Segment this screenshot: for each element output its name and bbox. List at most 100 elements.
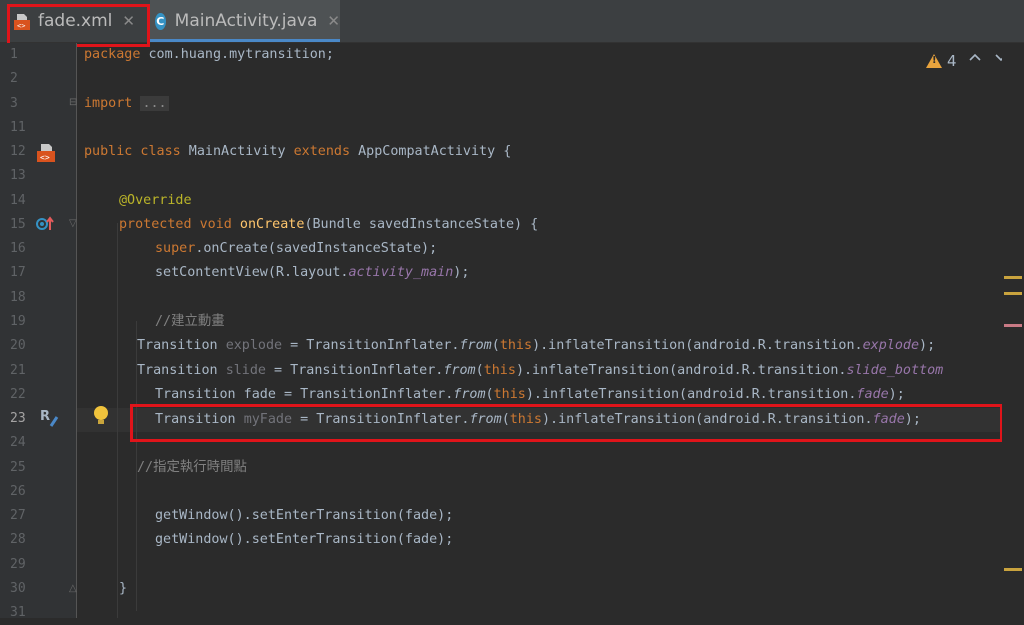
line-number: 13 xyxy=(10,168,26,183)
code-line: super.onCreate(savedInstanceState); xyxy=(155,237,437,261)
code-text: ); xyxy=(888,387,905,402)
code-text: ); xyxy=(919,338,936,353)
line-number: 14 xyxy=(10,193,26,208)
code-static-field: fade xyxy=(856,387,889,402)
lightbulb-icon[interactable] xyxy=(94,406,108,424)
tab-label: MainActivity.java xyxy=(174,11,318,31)
folded-imports[interactable]: ... xyxy=(140,96,169,111)
fold-icon[interactable]: △ xyxy=(69,583,77,594)
code-unused-var: slide xyxy=(225,363,266,378)
code-text: = TransitionInflater. xyxy=(282,338,460,353)
line-number: 3 xyxy=(10,96,18,111)
line-number: 12 xyxy=(10,144,26,159)
code-annotation: @Override xyxy=(119,193,192,208)
code-line: setContentView(R.layout.activity_main); xyxy=(155,261,469,285)
highlight-box-tab xyxy=(7,4,150,47)
code-text: ( xyxy=(491,338,500,353)
code-text: ).inflateTransition(android.R.transition… xyxy=(515,363,847,378)
code-editor[interactable]: package com.huang.mytransition; import .… xyxy=(77,43,1004,618)
code-keyword: extends xyxy=(293,144,351,159)
line-number: 30 xyxy=(10,581,26,596)
line-number: 24 xyxy=(10,435,26,450)
code-line: //建立動畫 xyxy=(155,310,225,334)
code-text: ); xyxy=(453,265,470,280)
code-text: ).inflateTransition(android.R.transition… xyxy=(532,338,863,353)
code-text: getWindow().setEnterTransition(fade); xyxy=(155,532,454,547)
code-text: Transition xyxy=(137,363,226,378)
code-line: public class MainActivity extends AppCom… xyxy=(84,140,511,164)
code-line: Transition explode = TransitionInflater.… xyxy=(137,334,935,358)
previous-highlight-button[interactable] xyxy=(968,50,982,68)
code-keyword: super xyxy=(155,241,196,256)
code-keyword: protected void xyxy=(119,217,232,232)
code-text: AppCompatActivity { xyxy=(350,144,512,159)
code-text: ).inflateTransition(android.R.transition… xyxy=(525,387,857,402)
line-number: 1 xyxy=(10,47,18,62)
code-line: } xyxy=(119,577,127,601)
code-method: onCreate xyxy=(231,217,305,232)
code-text: setContentView(R.layout. xyxy=(155,265,349,280)
code-line: protected void onCreate(Bundle savedInst… xyxy=(119,213,538,237)
line-number: 23 xyxy=(10,411,26,426)
code-line: package com.huang.mytransition; xyxy=(84,43,334,67)
line-number: 26 xyxy=(10,484,26,499)
code-keyword: this xyxy=(493,387,526,402)
code-line: import ... xyxy=(84,92,169,116)
code-keyword: this xyxy=(499,338,533,353)
chevron-up-icon xyxy=(969,53,981,61)
code-text: ( xyxy=(475,363,484,378)
line-number: 11 xyxy=(10,120,26,135)
code-static-field: activity_main xyxy=(348,265,454,280)
line-number: 18 xyxy=(10,290,26,305)
code-static-field: slide_bottom xyxy=(846,363,944,378)
code-static-method: from xyxy=(453,387,486,402)
edit-pencil-icon[interactable] xyxy=(49,412,59,431)
code-text: Transition xyxy=(137,338,226,353)
code-keyword: package xyxy=(84,47,141,62)
code-text: getWindow().setEnterTransition(fade); xyxy=(155,508,454,523)
code-text: } xyxy=(119,581,128,596)
code-comment: //指定執行時間點 xyxy=(137,460,247,475)
info-mark[interactable] xyxy=(1004,324,1022,327)
fold-icon[interactable]: ▽ xyxy=(69,218,77,229)
code-static-field: explode xyxy=(862,338,920,353)
close-tab-icon[interactable]: ✕ xyxy=(327,12,340,30)
code-keyword: public class xyxy=(84,144,181,159)
line-number: 19 xyxy=(10,314,26,329)
line-number: 21 xyxy=(10,363,26,378)
active-tab-indicator xyxy=(150,39,340,42)
xml-layout-icon[interactable]: <> xyxy=(37,142,55,166)
tab-mainactivity-java[interactable]: C MainActivity.java ✕ xyxy=(150,0,340,42)
warning-count: 4 xyxy=(947,52,957,70)
line-number: 22 xyxy=(10,387,26,402)
line-number: 31 xyxy=(10,605,26,620)
warning-mark[interactable] xyxy=(1004,276,1022,279)
code-line: getWindow().setEnterTransition(fade); xyxy=(155,504,453,528)
editor-gutter: 1 2 3 11 12 13 14 15 16 17 18 19 20 21 2… xyxy=(0,43,77,620)
code-unused-var: explode xyxy=(225,338,283,353)
code-text: MainActivity xyxy=(180,144,294,159)
code-line: getWindow().setEnterTransition(fade); xyxy=(155,528,453,552)
override-method-icon[interactable] xyxy=(36,216,54,236)
indent-guide xyxy=(117,223,118,618)
code-comment: //建立動畫 xyxy=(155,314,225,329)
warning-mark[interactable] xyxy=(1004,292,1022,295)
code-static-method: from xyxy=(459,338,492,353)
line-number: 28 xyxy=(10,532,26,547)
code-text: Transition fade = TransitionInflater. xyxy=(155,387,454,402)
svg-text:<>: <> xyxy=(40,153,50,162)
java-class-icon: C xyxy=(155,12,166,30)
line-number: 16 xyxy=(10,241,26,256)
code-line: //指定執行時間點 xyxy=(137,456,247,480)
code-text: ( xyxy=(485,387,494,402)
line-number: 27 xyxy=(10,508,26,523)
error-stripe[interactable] xyxy=(1002,43,1024,618)
editor-tab-bar: <> fade.xml ✕ C MainActivity.java ✕ xyxy=(0,0,1024,43)
code-keyword: this xyxy=(483,363,516,378)
line-number: 17 xyxy=(10,265,26,280)
code-keyword: import xyxy=(84,96,133,111)
warning-mark[interactable] xyxy=(1004,568,1022,571)
line-number: 20 xyxy=(10,338,26,353)
inspection-widget[interactable]: 4 xyxy=(926,52,957,70)
line-number: 2 xyxy=(10,71,18,86)
